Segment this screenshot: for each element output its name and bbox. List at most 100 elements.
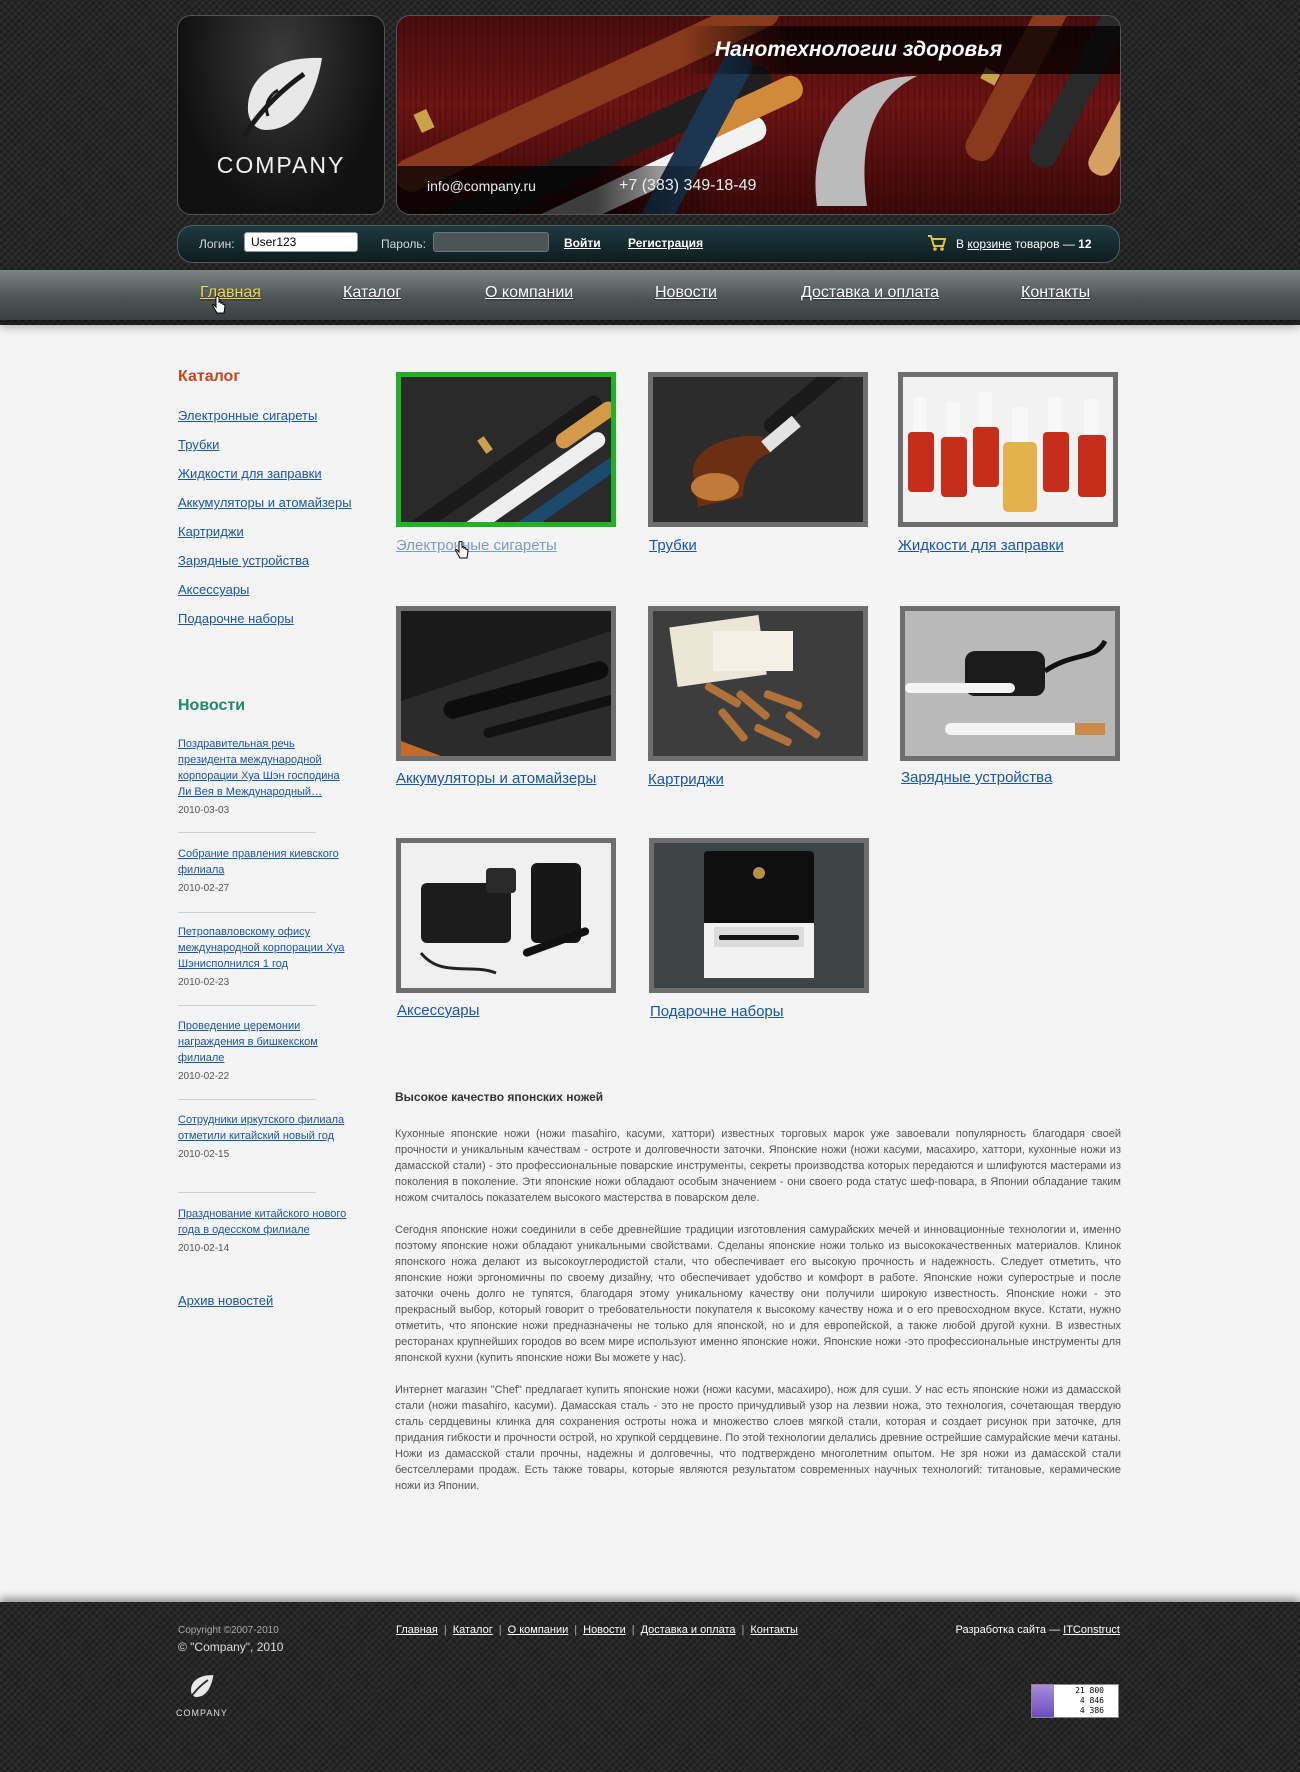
login-label: Логин: — [199, 237, 235, 251]
nav-item-about[interactable]: О компании — [485, 284, 573, 302]
sidebar-item-accessories[interactable]: Аксессуары — [178, 582, 249, 597]
login-button[interactable]: Войти — [564, 236, 601, 250]
footer-link-about[interactable]: О компании — [508, 1624, 569, 1636]
news-archive-link[interactable]: Архив новостей — [178, 1293, 273, 1308]
sidebar-item-batteries[interactable]: Аккумуляторы и атомайзеры — [178, 495, 352, 510]
product-caption-pipes[interactable]: Трубки — [649, 537, 697, 554]
cart-count: 12 — [1078, 237, 1092, 251]
news-item: Сотрудники иркутского филиала отметили к… — [178, 1112, 348, 1160]
nav-item-catalog[interactable]: Каталог — [343, 284, 401, 302]
news-date: 2010-03-03 — [178, 805, 230, 816]
product-tile-batteries[interactable] — [396, 606, 616, 761]
visit-counter[interactable]: 21 800 4 846 4 386 — [1031, 1684, 1119, 1718]
news-item: Проведение церемонии награждения в бишке… — [178, 1018, 348, 1082]
news-item: Собрание правления киевского филиала 201… — [178, 846, 348, 894]
sidebar-item-pipes[interactable]: Трубки — [178, 437, 219, 452]
footer-link-news[interactable]: Новости — [583, 1624, 626, 1636]
shopping-cart-icon — [928, 235, 947, 251]
nav-item-contacts[interactable]: Контакты — [1021, 284, 1090, 302]
login-bar: Логин: Пароль: Войти Регистрация В корзи… — [177, 225, 1120, 263]
footer-link-contacts[interactable]: Контакты — [750, 1624, 798, 1636]
news-divider — [178, 832, 316, 833]
nav-item-home[interactable]: Главная — [200, 284, 261, 302]
sidebar-item-liquids[interactable]: Жидкости для заправки — [178, 466, 322, 481]
footer-logo[interactable]: COMPANY — [176, 1674, 228, 1720]
footer-company: © "Company", 2010 — [178, 1640, 284, 1654]
counter-value: 21 800 — [1075, 1686, 1104, 1695]
product-tile-pipes[interactable] — [648, 372, 868, 527]
footer-logo-text: COMPANY — [176, 1708, 228, 1718]
product-caption-chargers[interactable]: Зарядные устройства — [901, 769, 1052, 786]
footer-nav: Главная | Каталог | О компании | Новости | Доста… — [396, 1624, 798, 1636]
news-divider — [178, 1192, 316, 1193]
product-tile-accessories[interactable] — [396, 838, 616, 993]
nav-item-news[interactable]: Новости — [655, 284, 717, 302]
news-title[interactable]: Празднование китайского нового года в од… — [178, 1206, 348, 1238]
news-date: 2010-02-23 — [178, 977, 230, 988]
main-nav: Главная Каталог О компании Новости Доста… — [0, 270, 1300, 320]
sidebar-item-e-cigarettes[interactable]: Электронные сигареты — [178, 408, 317, 423]
product-caption-cartridges[interactable]: Картриджи — [648, 771, 724, 788]
news-divider — [178, 1099, 316, 1100]
news-title[interactable]: Сотрудники иркутского филиала отметили к… — [178, 1112, 348, 1144]
sidebar-item-chargers[interactable]: Зарядные устройства — [178, 553, 309, 568]
article: Высокое качество японских ножей Кухонные… — [395, 1090, 1121, 1510]
footer-copyright: Copyright ©2007-2010 — [178, 1625, 279, 1636]
footer-developer: Разработка сайта — ITConstruct — [956, 1624, 1120, 1636]
contact-email[interactable]: info@company.ru — [427, 178, 536, 194]
product-tile-liquids[interactable] — [898, 372, 1118, 527]
article-paragraph: Интернет магазин "Chef" предлагает купит… — [395, 1384, 1121, 1492]
footer-link-home[interactable]: Главная — [396, 1624, 438, 1636]
footer: Copyright ©2007-2010 © "Company", 2010 Г… — [0, 1602, 1300, 1772]
product-tile-cartridges[interactable] — [648, 606, 868, 761]
accessories-photo — [401, 843, 611, 988]
password-label: Пароль: — [381, 237, 426, 251]
news-title[interactable]: Проведение церемонии награждения в бишке… — [178, 1018, 348, 1066]
counter-bar-icon — [1032, 1685, 1054, 1717]
logo-text: COMPANY — [216, 152, 346, 178]
charger-photo — [905, 611, 1115, 756]
product-tile-gift-sets[interactable] — [649, 838, 869, 993]
news-title[interactable]: Поздравительная речь президента междунар… — [178, 736, 348, 800]
sidebar-item-cartridges[interactable]: Картриджи — [178, 524, 244, 539]
product-caption-accessories[interactable]: Аксессуары — [397, 1002, 479, 1019]
footer-link-catalog[interactable]: Каталог — [453, 1624, 493, 1636]
product-tile-e-cigarettes[interactable] — [396, 372, 616, 527]
banner-title: Нанотехнологии здоровья — [715, 38, 1003, 61]
logo[interactable]: COMPANY — [177, 15, 385, 215]
battery-photo — [401, 611, 611, 756]
product-caption-batteries[interactable]: Аккумуляторы и атомайзеры — [396, 770, 596, 787]
article-paragraph: Кухонные японские ножи (ножи masahiro, к… — [395, 1128, 1121, 1204]
register-link[interactable]: Регистрация — [628, 236, 703, 250]
login-input[interactable] — [244, 232, 358, 252]
news-title[interactable]: Собрание правления киевского филиала — [178, 846, 348, 878]
news-date: 2010-02-27 — [178, 883, 230, 894]
cart-link[interactable]: корзине — [967, 237, 1011, 251]
sidebar-catalog-title: Каталог — [178, 368, 240, 385]
cart-prefix: В — [956, 237, 965, 251]
pipe-photo — [653, 377, 863, 522]
article-paragraph: Сегодня японские ножи соединили в себе д… — [395, 1224, 1121, 1364]
password-input[interactable] — [433, 232, 549, 252]
product-caption-gift-sets[interactable]: Подарочне наборы — [650, 1003, 784, 1020]
footer-developer-link[interactable]: ITConstruct — [1063, 1624, 1120, 1636]
news-title[interactable]: Петропавловскому офису международной кор… — [178, 924, 348, 972]
leaf-logo-icon — [189, 1675, 214, 1700]
hand-cursor-icon — [212, 296, 226, 314]
news-date: 2010-02-22 — [178, 1071, 230, 1082]
product-caption-e-cigarettes[interactable]: Электронные сигареты — [396, 537, 557, 554]
contact-phone: +7 (383) 349-18-49 — [619, 177, 757, 194]
liquid-bottles-photo — [903, 377, 1113, 522]
counter-value: 4 846 — [1079, 1696, 1104, 1705]
news-item: Поздравительная речь президента междунар… — [178, 736, 348, 816]
product-tile-chargers[interactable] — [900, 606, 1120, 761]
news-date: 2010-02-15 — [178, 1149, 230, 1160]
e-cigarettes-photo — [401, 377, 611, 522]
sidebar-item-gift-sets[interactable]: Подарочне наборы — [178, 611, 294, 626]
counter-value: 4 386 — [1079, 1706, 1104, 1715]
product-caption-liquids[interactable]: Жидкости для заправки — [898, 537, 1064, 554]
header-banner: Нанотехнологии здоровья info@company.ru … — [396, 15, 1121, 215]
footer-link-delivery[interactable]: Доставка и оплата — [641, 1624, 736, 1636]
news-divider — [178, 1005, 316, 1006]
nav-item-delivery[interactable]: Доставка и оплата — [801, 284, 939, 302]
